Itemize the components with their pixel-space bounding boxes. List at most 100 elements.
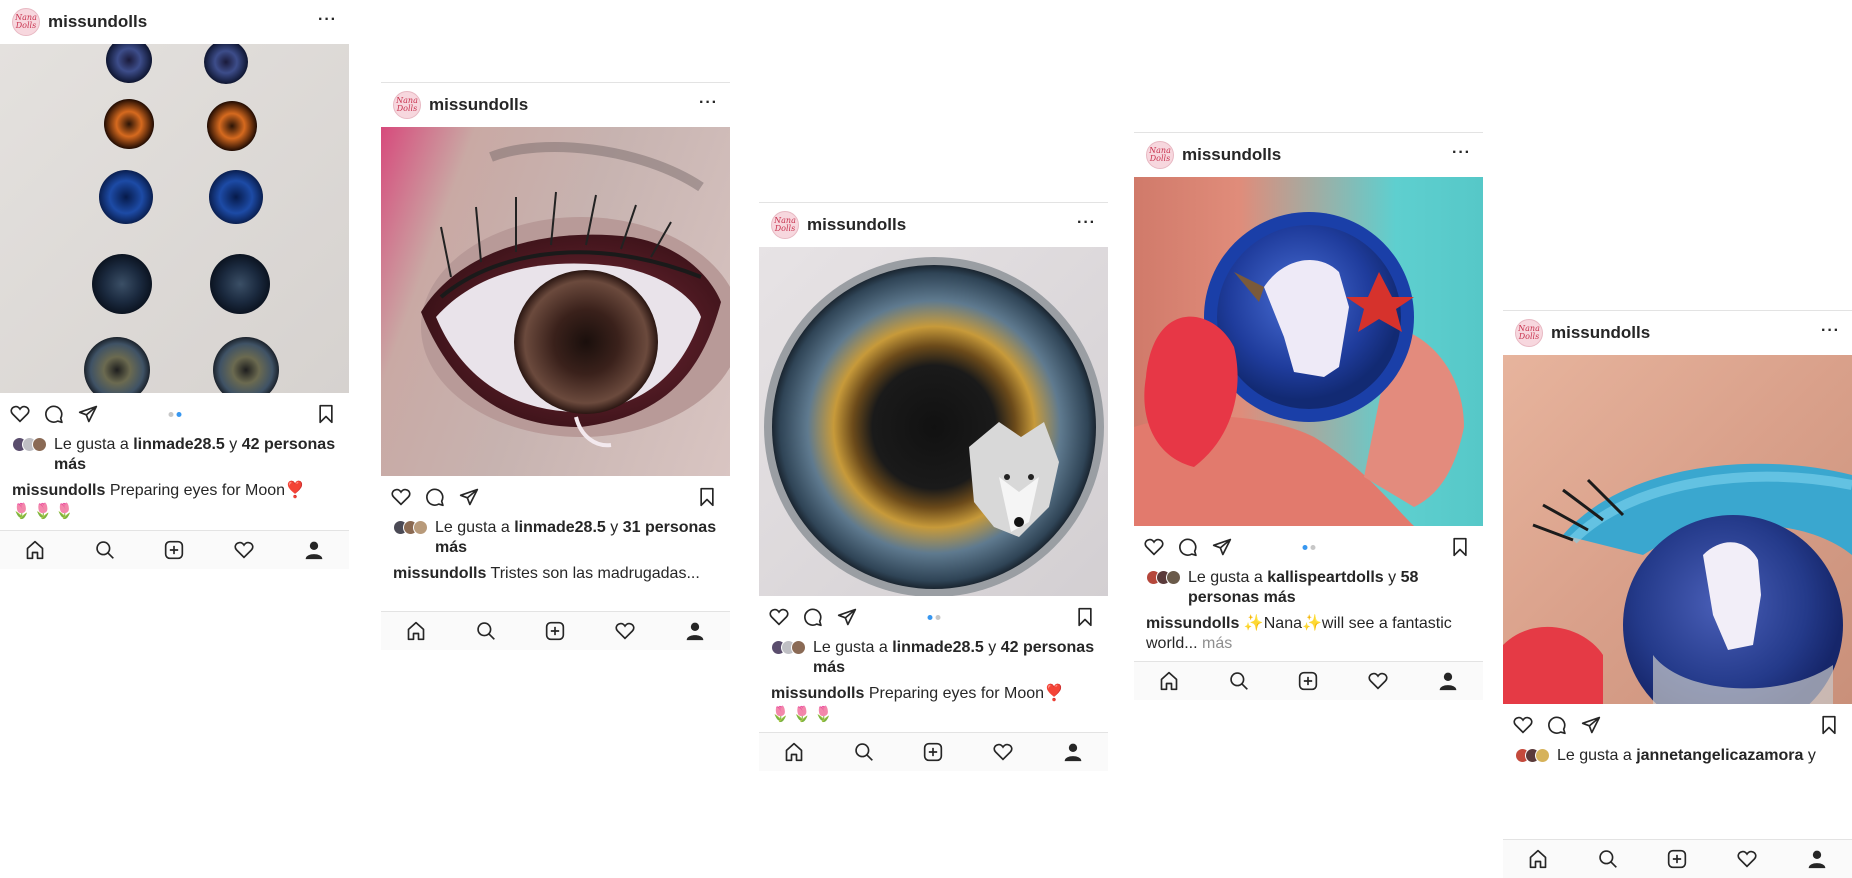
liker-avatars bbox=[393, 520, 431, 536]
home-icon[interactable] bbox=[783, 741, 805, 763]
post-photo[interactable] bbox=[0, 44, 349, 393]
post-photo[interactable] bbox=[1134, 177, 1483, 526]
comment-icon[interactable] bbox=[44, 404, 64, 424]
post-header: Nana Dolls missundolls ··· bbox=[381, 83, 730, 127]
more-options-icon[interactable]: ··· bbox=[318, 11, 337, 29]
post-username[interactable]: missundolls bbox=[48, 12, 147, 32]
liked-by-user-link[interactable]: jannetangelicazamora bbox=[1636, 747, 1803, 764]
avatar[interactable]: Nana Dolls bbox=[1146, 141, 1174, 169]
post-header: Nana Dolls missundolls ··· bbox=[759, 203, 1108, 247]
comment-icon[interactable] bbox=[1547, 715, 1567, 735]
carousel-indicator bbox=[927, 615, 940, 620]
profile-icon[interactable] bbox=[1806, 848, 1828, 870]
liker-avatars bbox=[1146, 570, 1184, 586]
heart-icon[interactable] bbox=[1513, 715, 1533, 735]
bookmark-icon[interactable] bbox=[698, 487, 718, 507]
profile-icon[interactable] bbox=[684, 620, 706, 642]
caption-username[interactable]: missundolls bbox=[12, 482, 105, 499]
avatar[interactable]: Nana Dolls bbox=[393, 91, 421, 119]
heart-icon[interactable] bbox=[391, 487, 411, 507]
bottom-nav bbox=[381, 611, 730, 650]
heart-icon[interactable] bbox=[1144, 537, 1164, 557]
profile-icon[interactable] bbox=[303, 539, 325, 561]
search-icon[interactable] bbox=[475, 620, 497, 642]
activity-heart-icon[interactable] bbox=[614, 620, 636, 642]
home-icon[interactable] bbox=[1527, 848, 1549, 870]
carousel-dot bbox=[168, 412, 173, 417]
avatar[interactable]: Nana Dolls bbox=[771, 211, 799, 239]
share-icon[interactable] bbox=[1212, 537, 1232, 557]
heart-icon[interactable] bbox=[769, 607, 789, 627]
search-icon[interactable] bbox=[1228, 670, 1250, 692]
avatar-logo-text: Nana Dolls bbox=[1149, 146, 1171, 163]
carousel-indicator bbox=[168, 412, 181, 417]
profile-icon[interactable] bbox=[1437, 670, 1459, 692]
more-options-icon[interactable]: ··· bbox=[699, 94, 718, 112]
more-options-icon[interactable]: ··· bbox=[1452, 144, 1471, 162]
bookmark-icon[interactable] bbox=[1451, 537, 1471, 557]
new-post-icon[interactable] bbox=[544, 620, 566, 642]
more-options-icon[interactable]: ··· bbox=[1821, 322, 1840, 340]
liked-by-user-link[interactable]: linmade28.5 bbox=[892, 639, 984, 656]
bookmark-icon[interactable] bbox=[1820, 715, 1840, 735]
comment-icon[interactable] bbox=[803, 607, 823, 627]
post-photo[interactable] bbox=[1503, 355, 1852, 704]
caption-username[interactable]: missundolls bbox=[771, 685, 864, 702]
share-icon[interactable] bbox=[1581, 715, 1601, 735]
comment-icon[interactable] bbox=[1178, 537, 1198, 557]
bottom-nav bbox=[1503, 839, 1852, 878]
caption-more-link[interactable]: más bbox=[1202, 635, 1232, 652]
bookmark-icon[interactable] bbox=[317, 404, 337, 424]
avatar[interactable]: Nana Dolls bbox=[12, 8, 40, 36]
home-icon[interactable] bbox=[24, 539, 46, 561]
new-post-icon[interactable] bbox=[1666, 848, 1688, 870]
caption-username[interactable]: missundolls bbox=[393, 565, 486, 582]
share-icon[interactable] bbox=[459, 487, 479, 507]
avatar[interactable]: Nana Dolls bbox=[1515, 319, 1543, 347]
activity-heart-icon[interactable] bbox=[233, 539, 255, 561]
profile-icon[interactable] bbox=[1062, 741, 1084, 763]
new-post-icon[interactable] bbox=[1297, 670, 1319, 692]
share-icon[interactable] bbox=[837, 607, 857, 627]
search-icon[interactable] bbox=[853, 741, 875, 763]
post-card-5: Nana Dolls missundolls ··· Le gusta a ja… bbox=[1503, 310, 1852, 766]
home-icon[interactable] bbox=[1158, 670, 1180, 692]
post-header: Nana Dolls missundolls ··· bbox=[1503, 311, 1852, 355]
activity-heart-icon[interactable] bbox=[992, 741, 1014, 763]
post-header: Nana Dolls missundolls ··· bbox=[0, 0, 349, 44]
new-post-icon[interactable] bbox=[922, 741, 944, 763]
caption-username[interactable]: missundolls bbox=[1146, 615, 1239, 632]
liked-by-user-link[interactable]: linmade28.5 bbox=[133, 436, 225, 453]
new-post-icon[interactable] bbox=[163, 539, 185, 561]
carousel-dot bbox=[1310, 545, 1315, 550]
bookmark-icon[interactable] bbox=[1076, 607, 1096, 627]
home-icon[interactable] bbox=[405, 620, 427, 642]
liked-by-user-link[interactable]: kallispeartdolls bbox=[1267, 569, 1384, 586]
search-icon[interactable] bbox=[94, 539, 116, 561]
liker-avatars bbox=[1515, 748, 1553, 764]
caption-text: Preparing eyes for Moon❣️ bbox=[109, 482, 305, 499]
post-username[interactable]: missundolls bbox=[429, 95, 528, 115]
post-username[interactable]: missundolls bbox=[1551, 323, 1650, 343]
avatar-logo-text: Nana Dolls bbox=[396, 96, 418, 113]
post-photo[interactable] bbox=[381, 127, 730, 476]
comment-icon[interactable] bbox=[425, 487, 445, 507]
post-photo[interactable] bbox=[759, 247, 1108, 596]
activity-heart-icon[interactable] bbox=[1736, 848, 1758, 870]
avatar-logo-text: Nana Dolls bbox=[1518, 324, 1540, 341]
post-actions bbox=[1134, 526, 1483, 568]
post-actions bbox=[0, 393, 349, 435]
liked-by-user-link[interactable]: linmade28.5 bbox=[514, 519, 606, 536]
more-options-icon[interactable]: ··· bbox=[1077, 214, 1096, 232]
search-icon[interactable] bbox=[1597, 848, 1619, 870]
post-header: Nana Dolls missundolls ··· bbox=[1134, 133, 1483, 177]
liker-avatars bbox=[771, 640, 809, 656]
post-username[interactable]: missundolls bbox=[807, 215, 906, 235]
post-username[interactable]: missundolls bbox=[1182, 145, 1281, 165]
activity-heart-icon[interactable] bbox=[1367, 670, 1389, 692]
carousel-dot-active bbox=[176, 412, 181, 417]
share-icon[interactable] bbox=[78, 404, 98, 424]
heart-icon[interactable] bbox=[10, 404, 30, 424]
caption-text: Tristes son las madrugadas... bbox=[490, 565, 700, 582]
post-actions bbox=[381, 476, 730, 518]
